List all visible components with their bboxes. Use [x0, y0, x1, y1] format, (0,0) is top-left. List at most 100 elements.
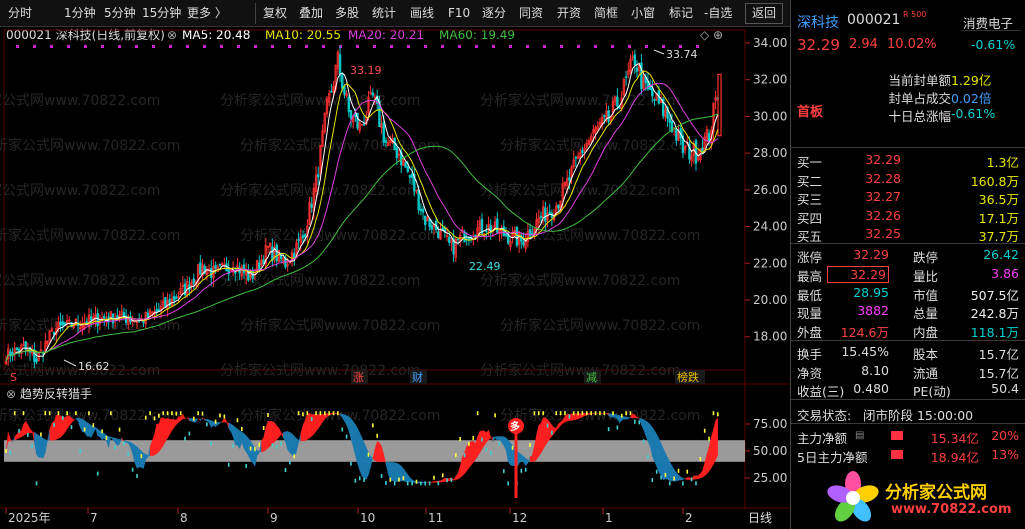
candle-body: [581, 149, 584, 153]
trend-ribbon-segment: [165, 417, 168, 443]
trend-ribbon-segment: [36, 433, 39, 458]
trend-ribbon-segment: [695, 475, 699, 480]
trend-ribbon-segment: [47, 429, 50, 441]
bid-price[interactable]: 32.26: [831, 208, 901, 223]
doc-icon[interactable]: ▤: [855, 430, 864, 441]
osc-tick: [350, 461, 352, 466]
trend-ribbon-segment: [687, 477, 690, 480]
trend-ribbon-segment: [359, 432, 363, 477]
trend-ribbon-segment: [405, 471, 408, 483]
kline-chart[interactable]: 分析家公式网www.70822.com 分析家公式网www.70822.com 分析…: [0, 0, 790, 529]
osc-tick: [551, 430, 553, 435]
watermark-text: 分析家公式网www.70822.com: [240, 227, 440, 244]
y-tick-label: 22.00: [753, 256, 787, 270]
trend-ribbon-segment: [274, 422, 277, 443]
candle-body: [502, 226, 506, 237]
ten-day-label: 十日总涨幅: [888, 109, 951, 124]
bid-price[interactable]: 32.25: [831, 226, 901, 241]
current-price: 32.29: [797, 36, 840, 54]
osc-tick: [620, 413, 623, 418]
period-label[interactable]: 日线: [748, 511, 772, 525]
bid-price[interactable]: 32.29: [831, 152, 901, 167]
osc-tick: [206, 422, 208, 427]
candle-body: [225, 263, 228, 272]
osc-tick: [555, 411, 558, 416]
trend-ribbon-segment: [110, 436, 114, 441]
candle-body: [624, 76, 628, 78]
candle-body: [59, 321, 62, 326]
osc-tick: [424, 481, 427, 486]
candle-body: [214, 265, 217, 269]
trend-ribbon-segment: [40, 436, 44, 459]
trend-ribbon-segment: [27, 424, 31, 434]
trend-ribbon-segment: [392, 462, 395, 482]
trend-ribbon-segment: [538, 422, 542, 457]
trend-ribbon-segment: [479, 430, 483, 454]
bid-volume: 160.8万: [970, 173, 1019, 189]
trend-ribbon-segment: [206, 419, 210, 423]
bid-volume: 17.1万: [978, 210, 1019, 226]
watermark-text: 分析家公式网www.70822.com: [0, 407, 180, 424]
indicator-collapse-icon[interactable]: ⊗: [6, 387, 16, 401]
trend-ribbon-segment: [366, 447, 369, 480]
stat-label: 内盘: [913, 325, 939, 341]
bid-volume: 1.3亿: [986, 155, 1019, 170]
indicator-title: 趋势反转猎手: [20, 386, 92, 401]
osc-tick: [31, 444, 34, 449]
trend-ribbon-segment: [466, 443, 470, 472]
trend-ribbon-segment: [625, 416, 629, 420]
bid-price[interactable]: 32.27: [831, 189, 901, 204]
flow5-label: 5日主力净额: [797, 450, 868, 465]
watermark-text: 分析家公式网www.70822.com: [480, 362, 680, 379]
watermark-text: 分析家公式网www.70822.com: [480, 182, 680, 199]
y-tick-label: 18.00: [753, 330, 787, 344]
trend-ribbon-segment: [641, 418, 644, 430]
main-flow-bar: [891, 431, 903, 440]
candle-body: [310, 203, 313, 209]
trend-ribbon-segment: [243, 433, 247, 453]
osc-tick: [402, 476, 405, 481]
trend-ribbon-segment: [346, 415, 349, 431]
trend-ribbon-segment: [377, 441, 380, 462]
trend-ribbon-segment: [680, 476, 684, 481]
osc-tick: [428, 481, 431, 486]
s-marker[interactable]: S: [10, 371, 17, 384]
candle-body: [410, 173, 414, 178]
trend-ribbon-segment: [433, 481, 437, 483]
osc-tick: [197, 411, 199, 416]
board-label: 首板: [797, 105, 824, 120]
osc-tick: [284, 468, 287, 473]
osc-tick: [507, 481, 510, 486]
osc-tick: [140, 454, 143, 459]
y-tick-label: 30.00: [753, 109, 787, 123]
osc-tick: [572, 411, 575, 416]
osc-tick: [454, 453, 457, 458]
watermark-text: 分析家公式网www.70822.com: [240, 317, 440, 334]
osc-tick: [358, 476, 361, 481]
event-marker[interactable]: 财: [412, 370, 423, 384]
osc-tick: [123, 441, 125, 446]
candle-body: [456, 238, 460, 241]
osc-tick: [66, 411, 68, 416]
trend-ribbon-segment: [693, 475, 697, 480]
bid-price[interactable]: 32.28: [831, 171, 901, 186]
osc-tick: [363, 477, 365, 482]
osc-tick: [57, 411, 60, 416]
osc-tick: [267, 412, 269, 417]
osc-tick: [668, 481, 671, 486]
ind-y-tick-label: 25.00: [753, 471, 787, 485]
osc-tick: [638, 420, 641, 425]
trend-ribbon-segment: [684, 477, 688, 480]
osc-tick: [88, 411, 90, 416]
event-marker[interactable]: 榜跌: [677, 370, 699, 384]
stat-label: 流通: [913, 365, 939, 381]
flow5-bar: [891, 450, 903, 459]
stat-value: 124.6万: [840, 325, 889, 341]
osc-tick: [629, 411, 632, 416]
trend-ribbon-segment: [348, 416, 352, 440]
watermark-text: 分析家公式网www.70822.com: [240, 137, 440, 154]
event-marker[interactable]: 涨: [353, 371, 364, 384]
event-marker[interactable]: 减: [586, 371, 597, 384]
candle-body: [142, 320, 145, 324]
osc-tick: [463, 453, 466, 458]
